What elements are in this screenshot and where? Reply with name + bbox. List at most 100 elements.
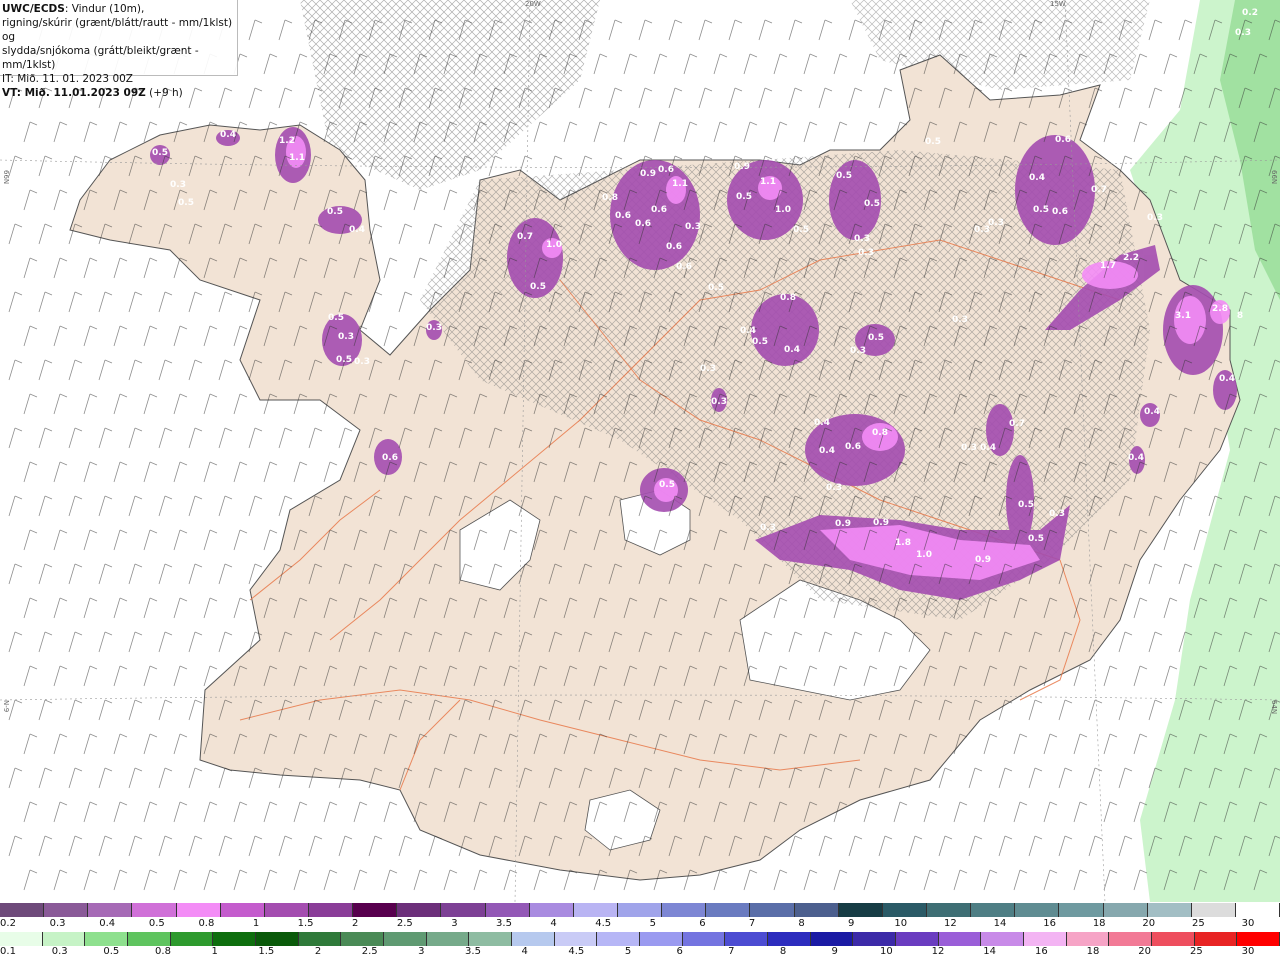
precip-value-label: 0.7 <box>517 232 533 242</box>
scale-label: 18 <box>1092 918 1106 929</box>
scale-swatch <box>397 903 442 917</box>
scale-swatch <box>170 932 214 946</box>
scale-swatch <box>426 932 470 946</box>
model-name: UWC/ECDS <box>2 3 65 15</box>
precip-value-label: 0.4 <box>1144 407 1160 417</box>
scale-swatch <box>1152 932 1195 946</box>
lat-label-left-66: 66N <box>2 170 10 185</box>
scale-swatch <box>682 932 726 946</box>
precip-value-label: 0.4 <box>784 345 800 355</box>
scale-swatch <box>176 903 221 917</box>
precip-value-label: 0.5 <box>152 148 168 158</box>
valid-time: VT: Mið. 11.01.2023 09Z <box>2 87 146 99</box>
precip-value-label: 0.3 <box>974 225 990 235</box>
precip-value-label: 0.6 <box>666 242 682 252</box>
precip-value-label: 8 <box>1237 311 1243 321</box>
snow-scale-labels: 0.2 0.3 0.4 0.5 0.8 1 1.5 2 2.5 3 3.5 4 4.5 5 6 7 8 9 10 12… <box>0 918 1280 932</box>
precip-value-label: 0.3 <box>338 332 354 342</box>
precip-value-label: 1.1 <box>289 153 305 163</box>
scale-swatch <box>0 932 43 946</box>
precip-value-label: 0.4 <box>980 443 996 453</box>
precip-value-label: 1.0 <box>546 240 562 250</box>
scale-label: 10 <box>879 946 893 957</box>
precip-value-label: 1.0 <box>916 550 932 560</box>
precip-value-label: 0.3 <box>170 180 186 190</box>
scale-label: 8 <box>798 918 805 929</box>
scale-swatch <box>529 903 574 917</box>
scale-swatch <box>469 932 513 946</box>
precip-value-label: 0.6 <box>382 453 398 463</box>
precip-value-label: 0.5 <box>836 171 852 181</box>
info-wind-text: : Vindur (10m), <box>64 3 145 15</box>
precip-value-label: 0.5 <box>328 313 344 323</box>
scale-swatch <box>353 903 398 917</box>
precip-value-label: 0.2 <box>1242 8 1258 18</box>
scale-label: 2 <box>352 918 359 929</box>
scale-label: 20 <box>1142 918 1156 929</box>
forecast-offset: (+9 h) <box>145 87 183 99</box>
scale-label: 25 <box>1189 946 1203 957</box>
precip-value-label: 0.5 <box>659 480 675 490</box>
scale-swatch <box>308 903 354 917</box>
precip-value-label: 0.3 <box>426 323 442 333</box>
precip-value-label: 0.5 <box>793 225 809 235</box>
scale-swatch <box>853 932 897 946</box>
scale-swatch <box>128 932 171 946</box>
precip-value-label: 0.5 <box>864 199 880 209</box>
precip-value-label: 0.4 <box>220 130 236 140</box>
precip-value-label: 0.8 <box>602 193 618 203</box>
scale-label: 4 <box>550 918 557 929</box>
rain-scale-labels: 0.1 0.3 0.5 0.8 1 1.5 2 2.5 3 3.5 4 4.5 5 6 7 8 9 10 12 14 1… <box>0 946 1280 960</box>
precip-value-label: 3.1 <box>1175 311 1191 321</box>
scale-swatch <box>44 903 89 917</box>
scale-label: 30 <box>1241 946 1255 957</box>
scale-label: 1.5 <box>297 918 314 929</box>
scale-label: 9 <box>848 918 855 929</box>
scale-label: 2.5 <box>396 918 413 929</box>
scale-swatch <box>794 903 839 917</box>
precip-value-label: 0.3 <box>1235 28 1251 38</box>
scale-swatch <box>597 932 641 946</box>
precip-value-label: 0.5 <box>925 137 941 147</box>
precip-value-label: 0.5 <box>708 283 724 293</box>
scale-label: 3 <box>451 918 458 929</box>
scale-swatch <box>1235 903 1280 917</box>
scale-label: 9 <box>831 946 838 957</box>
scale-swatch <box>1103 903 1148 917</box>
precip-value-label: 0.3 <box>952 315 968 325</box>
scale-swatch <box>971 903 1016 917</box>
lon-label-15w: 15W <box>1050 0 1066 8</box>
weather-map: 0.50.41.21.10.30.50.50.40.50.30.5 0.30.60… <box>0 0 1280 902</box>
scale-label: 12 <box>931 946 945 957</box>
scale-label: 6 <box>699 918 706 929</box>
precip-value-label: 2.2 <box>1123 253 1139 263</box>
scale-swatch <box>220 903 265 917</box>
map-info-box: UWC/ECDS: Vindur (10m), rigning/skúrir (… <box>0 0 238 99</box>
scale-label: 14 <box>993 918 1007 929</box>
scale-swatch <box>1059 903 1104 917</box>
scale-swatch <box>640 932 683 946</box>
info-line-3: slydda/snjókoma (grátt/bleikt/grænt - mm… <box>2 45 199 71</box>
precip-value-label: 0.6 <box>845 442 861 452</box>
scale-label: 4.5 <box>568 946 585 957</box>
scale-label: 5 <box>649 918 656 929</box>
scale-label: 0.5 <box>103 946 120 957</box>
scale-swatch <box>485 903 530 917</box>
scale-swatch <box>554 932 598 946</box>
scale-label: 4.5 <box>595 918 612 929</box>
scale-swatch <box>1066 932 1110 946</box>
scale-swatch <box>298 932 342 946</box>
precip-value-label: 1.2 <box>279 136 295 146</box>
precip-value-label: 0.5 <box>1018 500 1034 510</box>
scale-swatch <box>725 932 769 946</box>
scale-swatch <box>0 903 45 917</box>
precip-value-label: 0.3 <box>711 397 727 407</box>
scale-swatch <box>1147 903 1192 917</box>
precip-value-label: 0.6 <box>658 165 674 175</box>
scale-swatch <box>617 903 663 917</box>
precip-value-label: 0.7 <box>1091 185 1107 195</box>
precip-value-label: 0.4 <box>740 326 756 336</box>
precip-value-label: 0.5 <box>752 337 768 347</box>
scale-label: 0.8 <box>198 918 215 929</box>
scale-label: 0.8 <box>155 946 171 957</box>
